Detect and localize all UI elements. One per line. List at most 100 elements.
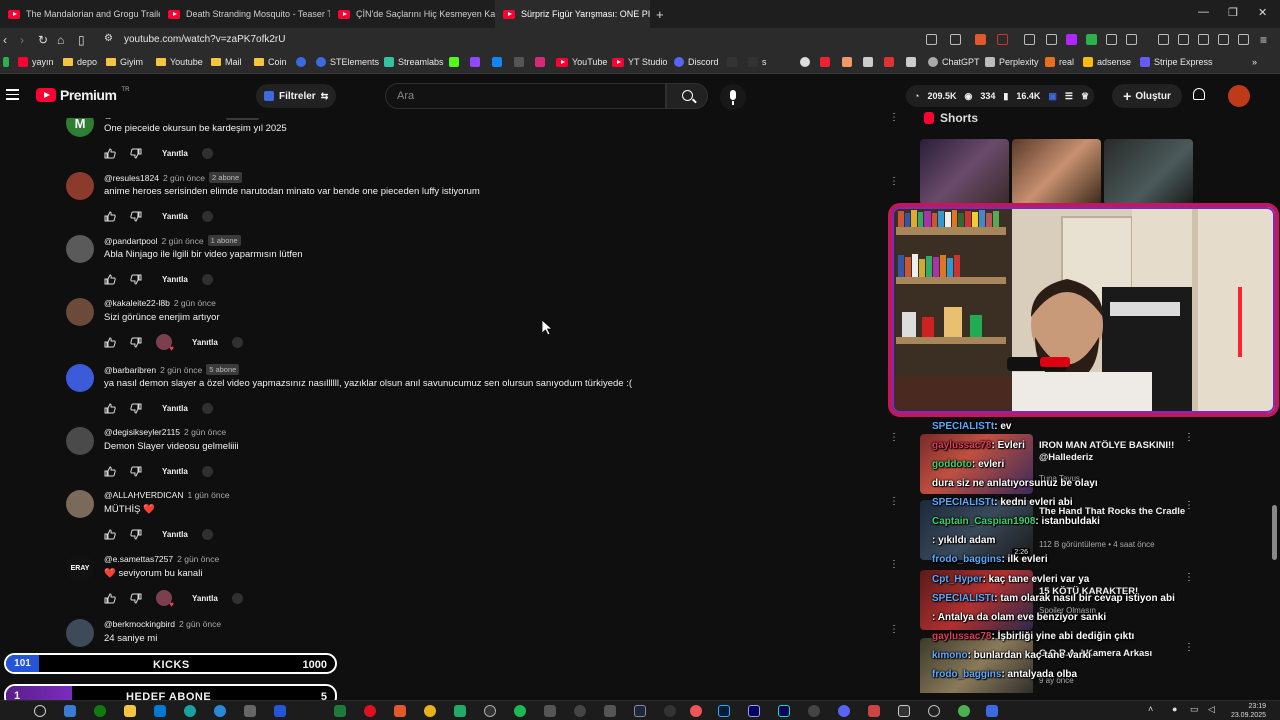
short-thumbnail[interactable]	[1012, 139, 1101, 205]
like-icon[interactable]	[104, 528, 116, 540]
comment-author[interactable]: @degisikseyler2115	[104, 427, 180, 437]
comment-author[interactable]: @pandartpool	[104, 236, 158, 246]
obs-icon[interactable]	[484, 705, 496, 717]
comment-author[interactable]: @kakaleite22-l8b	[104, 298, 170, 308]
spotify-icon[interactable]	[514, 705, 526, 717]
commenter-avatar[interactable]	[66, 235, 94, 263]
like-icon[interactable]	[104, 402, 116, 414]
create-button[interactable]: + Oluştur	[1112, 84, 1182, 108]
taskbar-app-icon[interactable]	[808, 705, 820, 717]
audition-icon[interactable]	[778, 705, 790, 717]
bookmark-item[interactable]	[906, 57, 916, 67]
trophy-icon[interactable]: ♕	[1081, 91, 1089, 102]
hamburger-menu-icon[interactable]	[6, 89, 19, 103]
chrome-icon[interactable]	[424, 705, 436, 717]
more-options-icon[interactable]: ⋮	[1184, 643, 1194, 653]
opera-icon[interactable]	[364, 705, 376, 717]
more-options-icon[interactable]: ⋮	[889, 560, 899, 570]
bookmark-folder[interactable]: depo	[63, 57, 97, 67]
taskbar-app-icon[interactable]	[664, 705, 676, 717]
site-settings-icon[interactable]: ⚙	[104, 33, 113, 44]
xbox-icon[interactable]	[94, 705, 106, 717]
more-options-icon[interactable]: ⋮	[1184, 573, 1194, 583]
close-window-icon[interactable]: ✕	[1258, 6, 1267, 19]
comment-time[interactable]: 2 gün önce	[184, 427, 226, 437]
comment-time[interactable]: 2 gün önce	[160, 365, 202, 375]
share-icon[interactable]	[950, 34, 961, 45]
short-thumbnail[interactable]	[920, 139, 1009, 205]
extension-icon[interactable]	[1046, 34, 1057, 45]
comment-time[interactable]: 19 saat önce	[173, 118, 222, 120]
dislike-icon[interactable]	[130, 148, 142, 159]
sidebar-icon[interactable]	[1178, 34, 1189, 45]
wallet-icon[interactable]	[1198, 34, 1209, 45]
reply-button[interactable]: Yanıtla	[162, 149, 188, 158]
taskbar-app-icon[interactable]	[274, 705, 286, 717]
taskbar-app-icon[interactable]	[544, 705, 556, 717]
search-icon[interactable]	[34, 705, 46, 717]
comment-time[interactable]: 2 gün önce	[179, 619, 221, 629]
extension-icon[interactable]	[1066, 34, 1077, 45]
vpn-icon[interactable]	[1238, 34, 1249, 45]
taskbar-app-icon[interactable]	[958, 705, 970, 717]
bookmark-item[interactable]: YT Studio	[612, 57, 667, 67]
maximize-icon[interactable]: ❐	[1228, 6, 1238, 19]
search-button[interactable]	[666, 83, 708, 109]
bookmark-item[interactable]	[514, 57, 524, 67]
bookmark-item[interactable]	[800, 57, 810, 67]
edge-icon[interactable]	[184, 705, 196, 717]
comment-author[interactable]: @e.samettas7257	[104, 554, 173, 564]
bookmark-folder[interactable]: Youtube	[156, 57, 203, 67]
browser-tab-active[interactable]: Sürpriz Figür Yarışması: ONE PIE✕	[495, 0, 650, 28]
file-explorer-icon[interactable]	[124, 705, 136, 717]
like-icon[interactable]	[104, 273, 116, 285]
reply-button[interactable]: Yanıtla	[192, 594, 218, 603]
extension-icon[interactable]	[1086, 34, 1097, 45]
bookmark-item[interactable]	[727, 57, 737, 67]
taskbar-app-icon[interactable]	[574, 705, 586, 717]
like-icon[interactable]	[104, 336, 116, 348]
commenter-avatar[interactable]	[66, 427, 94, 455]
dislike-icon[interactable]	[130, 593, 142, 604]
discord-icon[interactable]	[838, 705, 850, 717]
taskbar-app-icon[interactable]	[454, 705, 466, 717]
comment-author[interactable]: @mustafakose…	[104, 118, 169, 120]
mic-tray-icon[interactable]: ●	[1172, 704, 1177, 714]
media-icon[interactable]	[1158, 34, 1169, 45]
bookmark-item[interactable]	[470, 57, 480, 67]
browser-tab[interactable]: Death Stranding Mosquito - Teaser T	[160, 0, 330, 28]
filters-button[interactable]: Filtreler ⇆	[256, 84, 337, 108]
reply-button[interactable]: Yanıtla	[162, 212, 188, 221]
commenter-avatar[interactable]	[66, 490, 94, 518]
commenter-avatar[interactable]	[66, 619, 94, 647]
bookmark-item[interactable]: STElements	[316, 57, 379, 67]
commenter-avatar[interactable]	[66, 172, 94, 200]
extension-icon[interactable]	[1218, 34, 1229, 45]
comment-time[interactable]: 1 gün önce	[187, 490, 229, 500]
new-tab-button[interactable]: +	[656, 7, 664, 22]
comment-author[interactable]: @resules1824	[104, 173, 159, 183]
photoshop-icon[interactable]	[718, 705, 730, 717]
bookmark-item[interactable]: adsense	[1083, 57, 1131, 67]
dislike-icon[interactable]	[130, 466, 142, 477]
forward-icon[interactable]: ›	[20, 33, 24, 47]
bookmark-item[interactable]: yayın	[18, 57, 54, 67]
commenter-avatar[interactable]	[66, 298, 94, 326]
bookmark-item[interactable]: Perplexity	[985, 57, 1039, 67]
reply-button[interactable]: Yanıtla	[162, 530, 188, 539]
more-options-icon[interactable]: ⋮	[1184, 501, 1194, 511]
bookmark-folder[interactable]: Giyim	[106, 57, 143, 67]
bookmark-item[interactable]	[449, 57, 459, 67]
bookmark-icon[interactable]: ▯	[78, 33, 85, 47]
youtube-premium-logo[interactable]: Premium TR	[36, 87, 129, 103]
more-bookmarks-icon[interactable]: »	[1252, 57, 1257, 67]
brave-icon[interactable]	[394, 705, 406, 717]
video-recommendation[interactable]: G.O.R.A. | Kamera Arkası 9 ay önce	[920, 638, 1260, 693]
short-thumbnail[interactable]	[1104, 139, 1193, 205]
taskbar-app-icon[interactable]	[214, 705, 226, 717]
back-icon[interactable]: ‹	[3, 33, 7, 47]
commenter-avatar[interactable]: M	[66, 118, 94, 137]
more-options-icon[interactable]: ⋮	[1184, 433, 1194, 443]
bookmark-item[interactable]	[820, 57, 830, 67]
calculator-icon[interactable]	[244, 705, 256, 717]
